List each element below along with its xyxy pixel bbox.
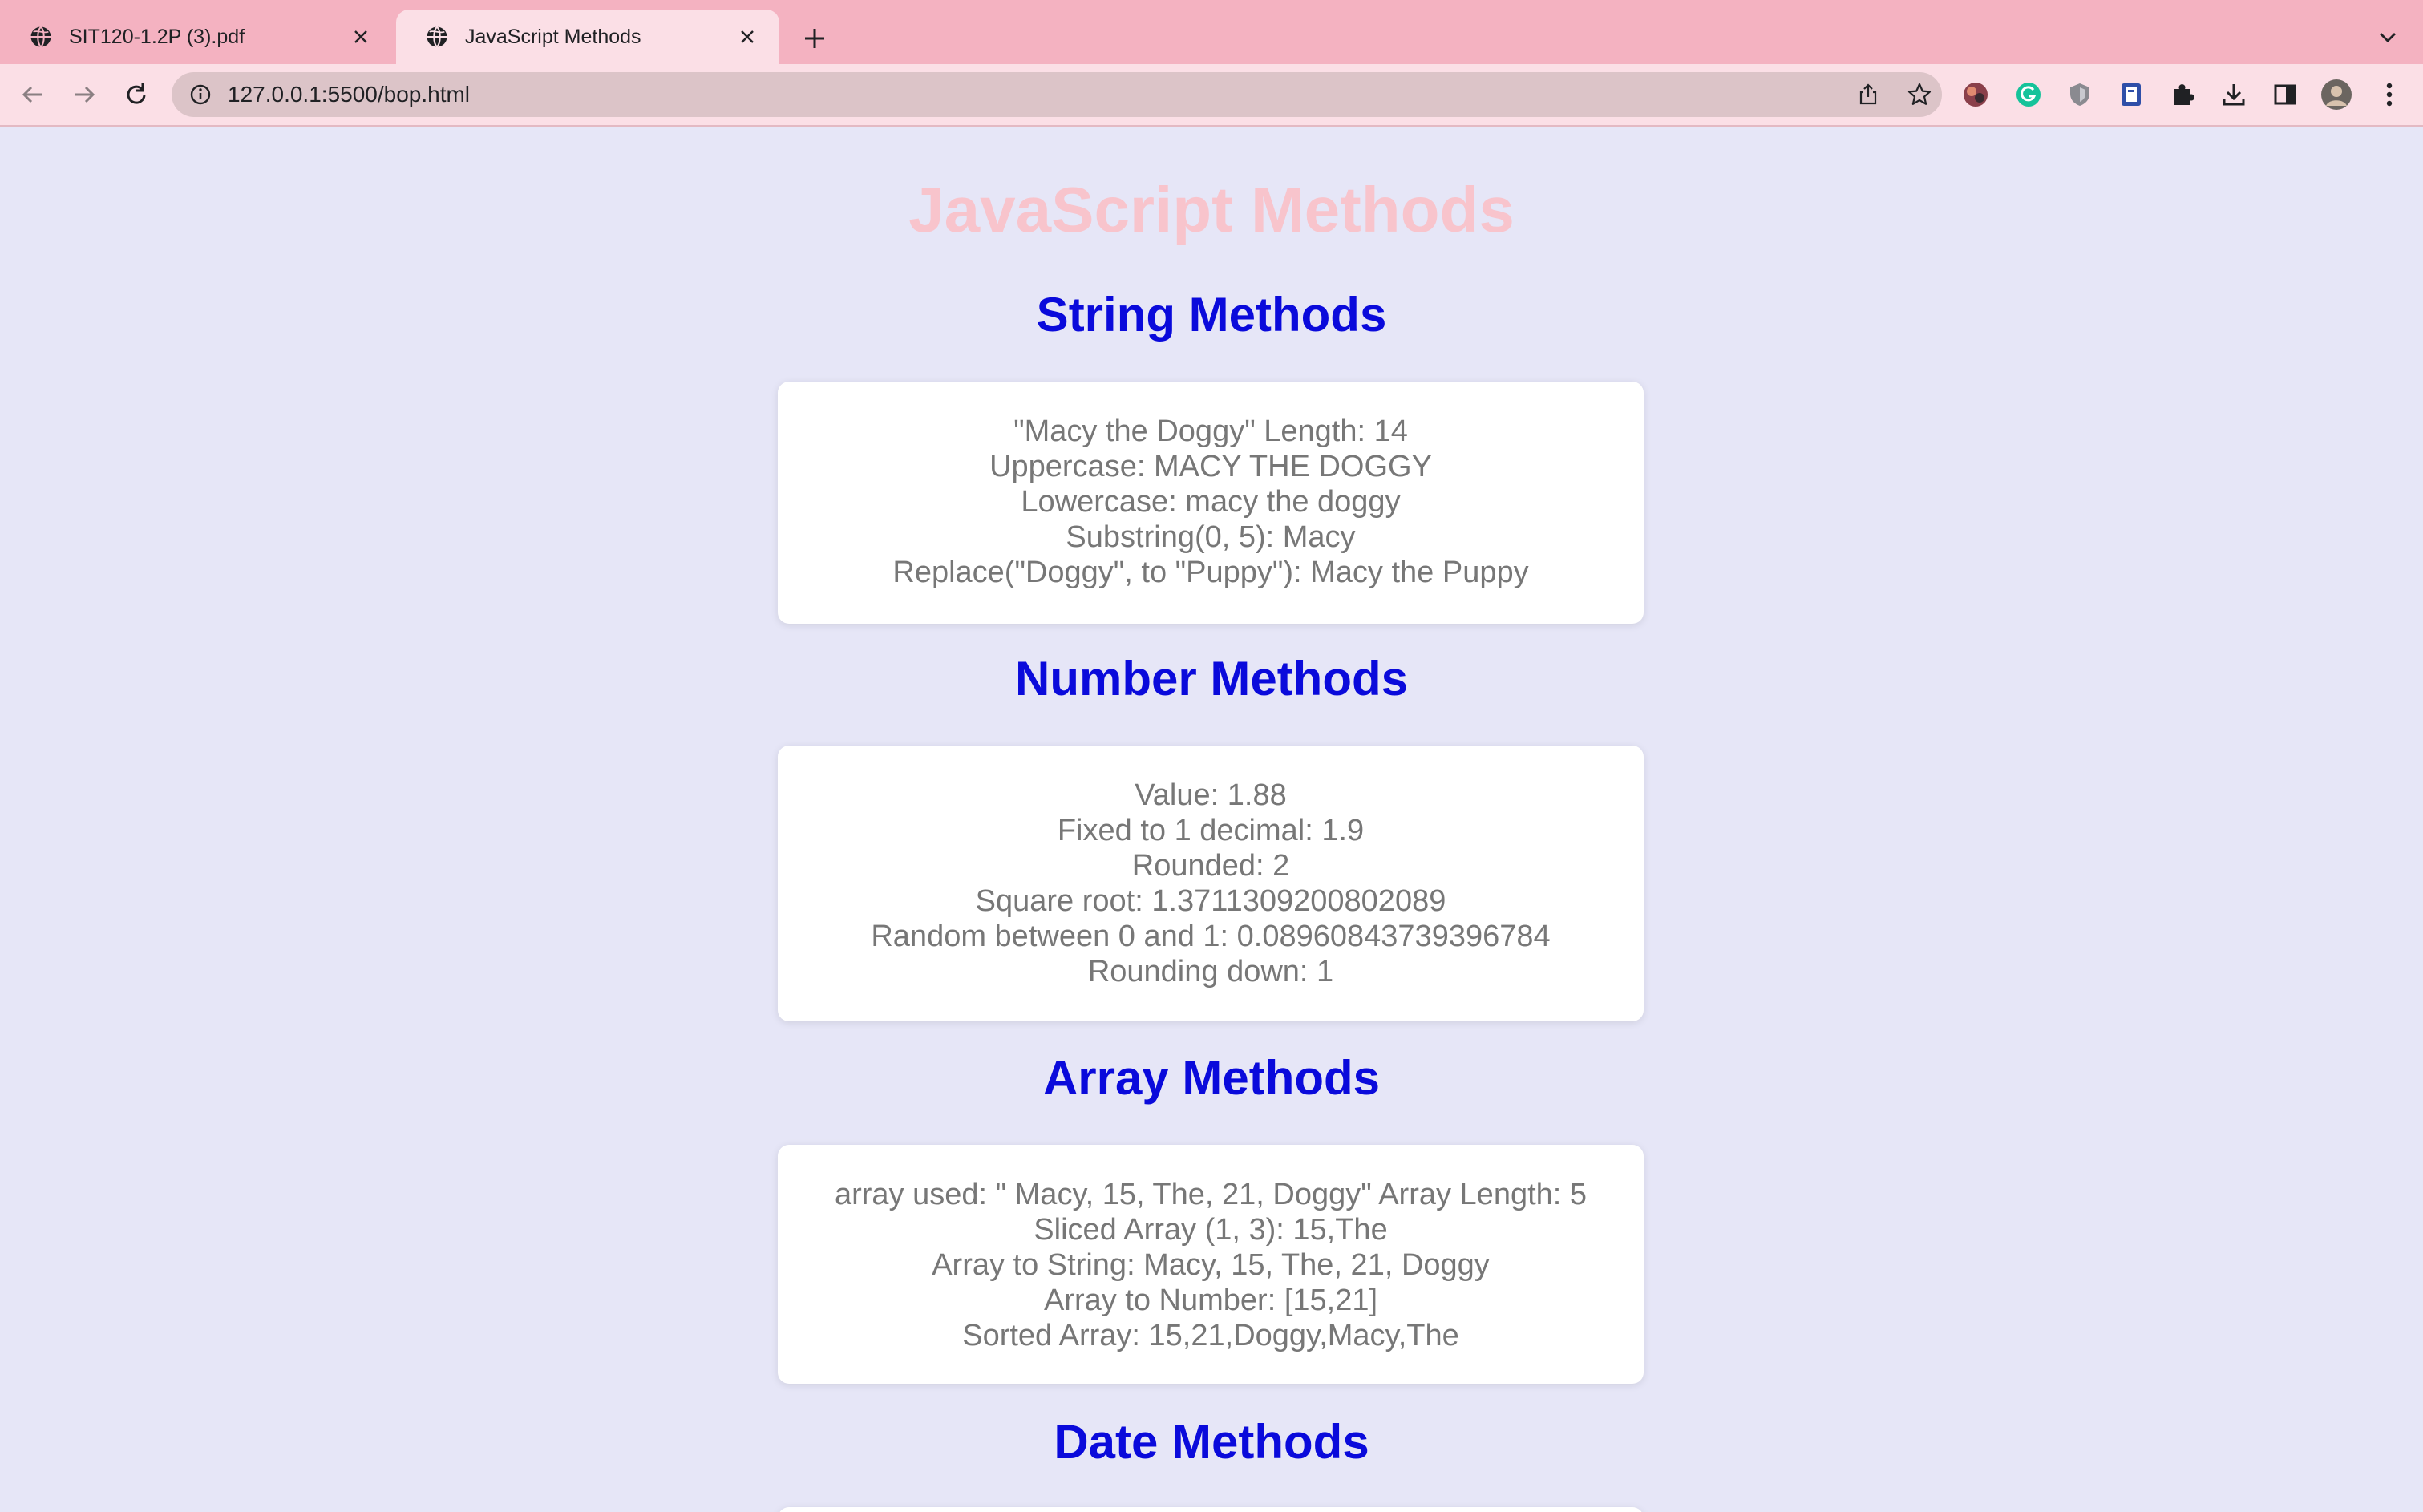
card-line: array used: " Macy, 15, The, 21, Doggy" … [834, 1178, 1588, 1211]
page-title: JavaScript Methods [908, 174, 1515, 245]
globe-icon [427, 26, 447, 48]
chevron-down-icon [2380, 33, 2396, 42]
card-line: "Macy the Doggy" Length: 14 [1013, 414, 1408, 448]
number-methods-card: Value: 1.88 Fixed to 1 decimal: 1.9 Roun… [778, 746, 1644, 1021]
card-line: Replace("Doggy", to "Puppy"): Macy the P… [892, 556, 1529, 589]
card-line: Array to Number: [15,21] [1043, 1284, 1378, 1317]
number-methods-heading: Number Methods [1014, 652, 1409, 705]
more-vert-icon [2386, 83, 2393, 107]
profile-button[interactable] [2320, 79, 2352, 111]
tab-title: SIT120-1.2P (3).pdf [69, 25, 245, 48]
card-line: Sorted Array: 15,21,Doggy,Macy,The [962, 1319, 1459, 1352]
side-panel-button[interactable] [2269, 79, 2301, 111]
grammarly-icon [2016, 83, 2041, 107]
browser-toolbar: 127.0.0.1:5500/bop.html [0, 64, 2423, 127]
string-methods-heading: String Methods [1036, 288, 1387, 342]
card-line: Substring(0, 5): Macy [1066, 520, 1356, 554]
card-line: Sliced Array (1, 3): 15,The [1034, 1213, 1388, 1247]
extension-avatar-button[interactable] [1960, 79, 1992, 111]
url-path: :5500/bop.html [321, 82, 471, 107]
tab-javascript-methods[interactable]: JavaScript Methods [396, 10, 779, 64]
plus-icon [805, 29, 824, 48]
tab-strip: SIT120-1.2P (3).pdf JavaScript Methods [0, 0, 2423, 64]
avatar [2321, 79, 2352, 110]
grammarly-button[interactable] [2012, 79, 2045, 111]
reload-icon [127, 83, 146, 104]
shield-extension-button[interactable] [2064, 79, 2096, 111]
side-panel-icon [2274, 84, 2296, 105]
book-icon [2122, 83, 2141, 106]
extension-icon [1964, 83, 1988, 107]
info-icon[interactable] [189, 83, 212, 106]
globe-icon [30, 26, 51, 48]
reload-button[interactable] [120, 79, 152, 111]
date-methods-card [778, 1507, 1644, 1512]
share-icon [1859, 83, 1877, 105]
card-line: Square root: 1.3711309200802089 [975, 884, 1446, 918]
card-line: Rounding down: 1 [1087, 955, 1334, 988]
tab-title: JavaScript Methods [465, 25, 641, 48]
close-icon[interactable] [734, 24, 760, 50]
tab-search-button[interactable] [2373, 22, 2402, 51]
book-extension-button[interactable] [2115, 79, 2147, 111]
url-host: 127.0.0.1 [228, 82, 322, 107]
extensions-button[interactable] [2166, 79, 2198, 111]
card-line: Array to String: Macy, 15, The, 21, Dogg… [932, 1248, 1490, 1282]
menu-button[interactable] [2373, 79, 2405, 111]
array-methods-card: array used: " Macy, 15, The, 21, Doggy" … [778, 1145, 1644, 1384]
puzzle-icon [2174, 84, 2194, 105]
array-methods-heading: Array Methods [1042, 1051, 1381, 1105]
share-button[interactable] [1847, 74, 1889, 115]
downloads-button[interactable] [2218, 79, 2250, 111]
tab-pdf[interactable]: SIT120-1.2P (3).pdf [0, 10, 393, 64]
back-button[interactable] [16, 79, 48, 111]
page-content: JavaScript Methods String Methods "Macy … [0, 127, 2423, 1512]
bookmark-button[interactable] [1899, 74, 1940, 115]
forward-icon [75, 86, 95, 103]
card-line: Rounded: 2 [1131, 849, 1290, 883]
address-bar[interactable]: 127.0.0.1:5500/bop.html [172, 72, 1942, 117]
new-tab-button[interactable] [799, 22, 831, 55]
shield-icon [2070, 83, 2089, 106]
card-line: Value: 1.88 [1135, 778, 1287, 812]
forward-button[interactable] [69, 79, 101, 111]
card-line: Fixed to 1 decimal: 1.9 [1057, 814, 1365, 847]
back-icon [22, 86, 42, 103]
card-line: Lowercase: macy the doggy [1021, 485, 1401, 519]
card-line: Uppercase: MACY THE DOGGY [989, 450, 1432, 483]
star-icon [1907, 83, 1932, 105]
date-methods-heading: Date Methods [1054, 1415, 1369, 1469]
string-methods-card: "Macy the Doggy" Length: 14 Uppercase: M… [778, 382, 1644, 624]
download-icon [2223, 84, 2245, 106]
close-icon[interactable] [348, 24, 374, 50]
card-line: Random between 0 and 1: 0.08960843739396… [871, 920, 1551, 953]
browser-window: SIT120-1.2P (3).pdf JavaScript Methods 1… [0, 0, 2423, 1512]
url-text: 127.0.0.1:5500/bop.html [228, 82, 470, 107]
